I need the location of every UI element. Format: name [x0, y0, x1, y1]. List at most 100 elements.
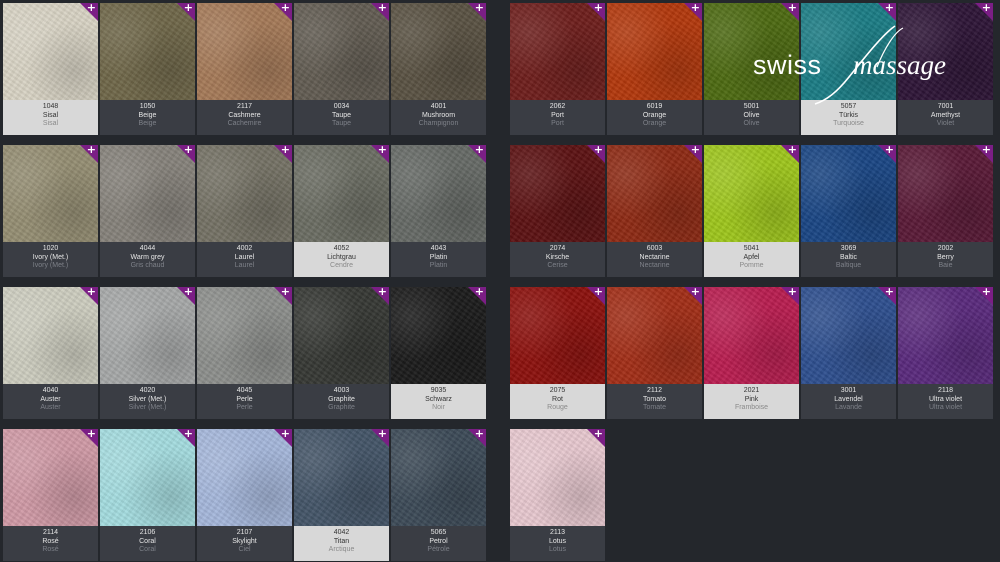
color-swatch-2074[interactable]: 2074KirscheCerise	[510, 145, 605, 277]
add-plus-icon[interactable]	[781, 3, 799, 21]
color-swatch-9035[interactable]: 9035SchwarzNoir	[391, 287, 486, 419]
add-plus-icon[interactable]	[371, 287, 389, 305]
swatch-name: Taupe	[331, 111, 352, 119]
add-plus-icon[interactable]	[468, 287, 486, 305]
swatch-code: 6003	[646, 245, 663, 252]
add-plus-icon[interactable]	[177, 3, 195, 21]
color-swatch-3069[interactable]: 3069BalticBaltique	[801, 145, 896, 277]
swatch-image	[510, 429, 605, 526]
add-plus-icon[interactable]	[878, 3, 896, 21]
swatch-name: Coral	[139, 537, 156, 545]
add-plus-icon[interactable]	[177, 287, 195, 305]
color-swatch-2118[interactable]: 2118Ultra violetUltra violet	[898, 287, 993, 419]
swatch-name-fr: Rosé	[42, 546, 59, 553]
swatch-name: Baltic	[839, 253, 858, 261]
swatch-image	[510, 145, 605, 242]
swatch-code: 1048	[42, 103, 59, 110]
add-plus-icon[interactable]	[80, 145, 98, 163]
swatch-code: 2075	[549, 387, 566, 394]
add-plus-icon[interactable]	[684, 145, 702, 163]
add-plus-icon[interactable]	[781, 145, 799, 163]
color-swatch-4040[interactable]: 4040AusterAuster	[3, 287, 98, 419]
color-swatch-2075[interactable]: 2075RotRouge	[510, 287, 605, 419]
color-swatch-4045[interactable]: 4045PerlePerle	[197, 287, 292, 419]
color-swatch-4002[interactable]: 4002LaurelLaurel	[197, 145, 292, 277]
color-swatch-6003[interactable]: 6003NectarineNectarine	[607, 145, 702, 277]
color-swatch-6019[interactable]: 6019OrangeOrange	[607, 3, 702, 135]
swatch-code: 5041	[743, 245, 760, 252]
swatch-name-fr: Pomme	[739, 262, 764, 269]
color-swatch-3001[interactable]: 3001LavendelLavande	[801, 287, 896, 419]
swatch-caption: 4040 Auster Auster	[3, 384, 98, 419]
add-plus-icon[interactable]	[878, 145, 896, 163]
color-swatch-5065[interactable]: 5065PetrolPétrole	[391, 429, 486, 561]
color-swatch-1048[interactable]: 1048SisalSisal	[3, 3, 98, 135]
swatch-code: 4052	[333, 245, 350, 252]
color-swatch-2062[interactable]: 2062PortPort	[510, 3, 605, 135]
color-swatch-2021[interactable]: 2021PinkFramboise	[704, 287, 799, 419]
color-swatch-1050[interactable]: 1050BeigeBeige	[100, 3, 195, 135]
add-plus-icon[interactable]	[371, 145, 389, 163]
color-swatch-4042[interactable]: 4042TitanArctique	[294, 429, 389, 561]
swatch-image	[704, 145, 799, 242]
add-plus-icon[interactable]	[80, 429, 98, 447]
color-swatch-0034[interactable]: 0034TaupeTaupe	[294, 3, 389, 135]
color-swatch-4052[interactable]: 4052LichtgrauCendre	[294, 145, 389, 277]
color-swatch-4043[interactable]: 4043PlatinPlatin	[391, 145, 486, 277]
swatch-code: 6019	[646, 103, 663, 110]
swatch-name-fr: Taupe	[331, 120, 352, 127]
color-swatch-4020[interactable]: 4020Silver (Met.)Silver (Met.)	[100, 287, 195, 419]
color-swatch-2117[interactable]: 2117CashmereCachemire	[197, 3, 292, 135]
add-plus-icon[interactable]	[177, 145, 195, 163]
add-plus-icon[interactable]	[274, 145, 292, 163]
swatch-caption: 3069 Baltic Baltique	[801, 242, 896, 277]
add-plus-icon[interactable]	[781, 287, 799, 305]
color-swatch-4001[interactable]: 4001MushroomChampignon	[391, 3, 486, 135]
color-swatch-2113[interactable]: 2113LotusLotus	[510, 429, 605, 561]
swatch-name-fr: Framboise	[734, 404, 769, 411]
swatch-code: 2118	[937, 387, 954, 394]
color-swatch-2114[interactable]: 2114RoséRosé	[3, 429, 98, 561]
swatch-name-fr: Graphite	[328, 404, 355, 411]
add-plus-icon[interactable]	[80, 3, 98, 21]
swatch-caption: 1050 Beige Beige	[100, 100, 195, 135]
add-plus-icon[interactable]	[975, 287, 993, 305]
add-plus-icon[interactable]	[684, 287, 702, 305]
add-plus-icon[interactable]	[878, 287, 896, 305]
color-swatch-2002[interactable]: 2002BerryBaie	[898, 145, 993, 277]
add-plus-icon[interactable]	[274, 287, 292, 305]
color-swatch-4044[interactable]: 4044Warm greyGris chaud	[100, 145, 195, 277]
swatch-code: 4042	[333, 529, 350, 536]
color-swatch-4003[interactable]: 4003GraphiteGraphite	[294, 287, 389, 419]
add-plus-icon[interactable]	[587, 145, 605, 163]
add-plus-icon[interactable]	[587, 3, 605, 21]
color-swatch-2106[interactable]: 2106CoralCoral	[100, 429, 195, 561]
color-swatch-5041[interactable]: 5041ApfelPomme	[704, 145, 799, 277]
add-plus-icon[interactable]	[468, 145, 486, 163]
add-plus-icon[interactable]	[975, 145, 993, 163]
color-swatch-2107[interactable]: 2107SkylightCiel	[197, 429, 292, 561]
add-plus-icon[interactable]	[274, 3, 292, 21]
add-plus-icon[interactable]	[684, 3, 702, 21]
add-plus-icon[interactable]	[468, 3, 486, 21]
swatch-name: Pink	[744, 395, 759, 403]
swatch-name: Lotus	[548, 537, 567, 545]
add-plus-icon[interactable]	[80, 287, 98, 305]
add-plus-icon[interactable]	[274, 429, 292, 447]
color-swatch-2112[interactable]: 2112TomatoTomate	[607, 287, 702, 419]
add-plus-icon[interactable]	[587, 429, 605, 447]
add-plus-icon[interactable]	[975, 3, 993, 21]
swatch-image	[391, 3, 486, 100]
swatch-code: 5065	[430, 529, 447, 536]
swatch-name: Rot	[552, 395, 563, 403]
add-plus-icon[interactable]	[371, 429, 389, 447]
swatch-image	[100, 3, 195, 100]
swatch-name: Sisal	[42, 111, 59, 119]
swatch-image	[510, 3, 605, 100]
add-plus-icon[interactable]	[587, 287, 605, 305]
add-plus-icon[interactable]	[371, 3, 389, 21]
color-swatch-1020[interactable]: 1020Ivory (Met.)Ivory (Met.)	[3, 145, 98, 277]
swatch-code: 2074	[549, 245, 566, 252]
add-plus-icon[interactable]	[177, 429, 195, 447]
add-plus-icon[interactable]	[468, 429, 486, 447]
